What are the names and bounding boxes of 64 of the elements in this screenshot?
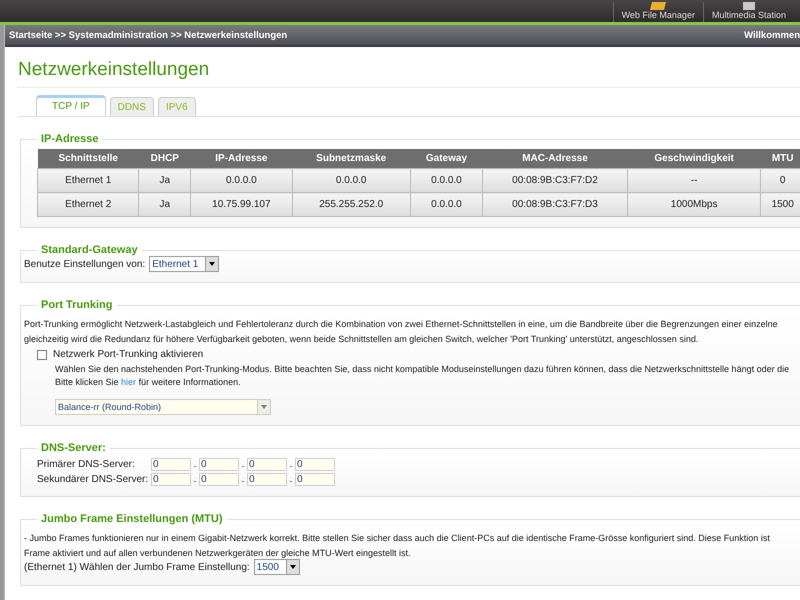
table-cell: 1500 bbox=[760, 192, 800, 216]
section-legend: IP-Adresse bbox=[37, 133, 102, 145]
table-cell: 0.0.0.0 bbox=[190, 168, 292, 192]
page-title: Netzwerkeinstellungen bbox=[18, 47, 800, 88]
octet-separator: . bbox=[241, 459, 245, 470]
section-legend: Standard-Gateway bbox=[37, 244, 142, 256]
description-text: - Jumbo Frames funktionieren nur in einem Gigabit-Netzwerk korrekt. Bitte stellen Sie sicher dass auch die Client-PCs auf die identische Frame-Grösse konfiguriert sind. Diese Funktion ist bbox=[24, 532, 771, 545]
table-cell: 00:08:9B:C3:F7:D3 bbox=[482, 192, 628, 216]
column-header: MTU bbox=[760, 149, 800, 168]
ip-octet-field[interactable]: 0 bbox=[295, 473, 335, 486]
table-cell: 0.0.0.0 bbox=[292, 168, 410, 192]
tab[interactable]: TCP / IP bbox=[36, 95, 106, 116]
octet-separator: . bbox=[193, 474, 197, 485]
ip-octet-field[interactable]: 0 bbox=[247, 458, 287, 471]
table-cell: 0.0.0.0 bbox=[410, 192, 483, 216]
table-cell: 10.75.99.107 bbox=[190, 192, 292, 216]
hint-text: für weitere Informationen. bbox=[138, 377, 241, 387]
table-cell: 00:08:9B:C3:F7:D2 bbox=[482, 168, 628, 192]
ip-octet-field[interactable]: 0 bbox=[199, 458, 239, 471]
description-text: gleichzeitig wird die Redundanz für höhere Verfügbarkeit geboten, wenn beide Schnittstellen am gleichen Switch, welcher 'Port Trunking' unterstützt, angeschlossen sind. bbox=[24, 333, 700, 346]
field-label: Benutze Einstellungen von: bbox=[24, 258, 146, 270]
section-legend: Port Trunking bbox=[37, 299, 116, 311]
column-header: Geschwindigkeit bbox=[627, 149, 761, 168]
octet-separator: . bbox=[289, 459, 293, 470]
column-header: DHCP bbox=[138, 149, 191, 168]
table-cell: Ja bbox=[138, 168, 191, 192]
table-cell: 0 bbox=[760, 168, 800, 192]
column-header: Subnetzmaske bbox=[292, 149, 410, 168]
breadcrumb: Startseite >> Systemadministration >> Netzwerkeinstellungen bbox=[9, 30, 288, 40]
table-cell: Ethernet 1 bbox=[38, 168, 139, 192]
column-header: Schnittstelle bbox=[38, 149, 139, 168]
octet-separator: . bbox=[289, 474, 293, 485]
ip-octet-field[interactable]: 0 bbox=[295, 458, 335, 471]
gateway-dropdown[interactable]: Ethernet 1 bbox=[149, 256, 220, 272]
caret-icon bbox=[257, 400, 270, 414]
ip-octet-field[interactable]: 0 bbox=[247, 473, 287, 486]
section-legend: Jumbo Frame Einstellungen (MTU) bbox=[37, 513, 227, 525]
table-cell: -- bbox=[627, 168, 761, 192]
octet-separator: . bbox=[241, 474, 245, 485]
table-cell: 1000Mbps bbox=[627, 192, 761, 216]
column-header: IP-Adresse bbox=[190, 149, 292, 168]
hint-text: Wählen Sie den nachstehenden Port-Trunking-Modus. Bitte beachten Sie, dass nicht kompatible Moduseinstellungen dazu führen können, dass die Netzwerkschnittstelle hängt oder die bbox=[55, 363, 790, 376]
table-cell: Ja bbox=[138, 192, 191, 216]
field-label: Primärer DNS-Server: bbox=[37, 459, 136, 470]
ip-octet-field[interactable]: 0 bbox=[151, 458, 191, 471]
mtu-dropdown[interactable]: 1500 bbox=[254, 559, 300, 575]
table-cell: Ethernet 2 bbox=[38, 192, 139, 216]
ip-octet-field[interactable]: 0 bbox=[151, 473, 191, 486]
column-header: Gateway bbox=[410, 149, 483, 168]
column-header: MAC-Adresse bbox=[482, 149, 628, 168]
field-label: (Ethernet 1) Wählen der Jumbo Frame Einstellung: bbox=[24, 562, 250, 572]
hint-text: Bitte klicken Sie bbox=[55, 377, 119, 387]
description-text: Frame aktiviert und auf allen verbundenen Netzwerkgeräten der gleiche MTU-Wert eingestellt ist. bbox=[24, 547, 412, 560]
description-text: Port-Trunking ermöglicht Netzwerk-Lastabgleich und Fehlertoleranz durch die Kombination von zwei Ethernet-Schnittstellen in eine, um die Bandbreite über die Begrenzungen einer einzelne bbox=[24, 318, 779, 331]
section-legend: DNS-Server: bbox=[37, 442, 110, 454]
caret-icon bbox=[286, 560, 299, 574]
checkbox-label: Netzwerk Port-Trunking aktivieren bbox=[53, 349, 204, 360]
caret-icon bbox=[205, 257, 218, 271]
table-cell: 0.0.0.0 bbox=[410, 168, 483, 192]
octet-separator: . bbox=[193, 459, 197, 470]
table-cell: 255.255.252.0 bbox=[292, 192, 410, 216]
ip-octet-field[interactable]: 0 bbox=[199, 473, 239, 486]
field-label: Sekundärer DNS-Server: bbox=[37, 474, 149, 485]
welcome-text: Willkommen bbox=[744, 30, 800, 40]
